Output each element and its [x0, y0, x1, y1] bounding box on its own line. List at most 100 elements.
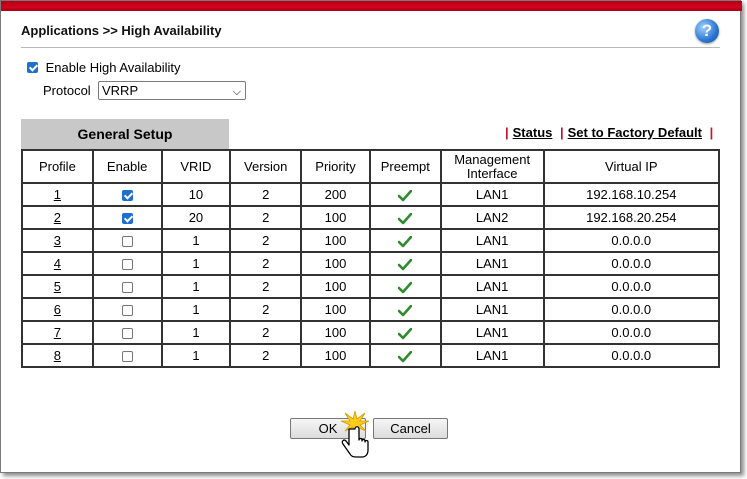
- profile-cell: 5: [21, 274, 94, 299]
- table-row: 1 10 2 200 LAN1 192.168.10.254: [21, 182, 721, 207]
- link-separator: |: [560, 125, 564, 140]
- check-icon: [398, 302, 413, 317]
- vrid-cell: 1: [160, 251, 232, 276]
- profile-cell: 7: [21, 320, 94, 345]
- priority-cell: 100: [300, 228, 371, 253]
- priority-cell: 100: [300, 274, 371, 299]
- enable-checkbox[interactable]: [121, 190, 133, 202]
- top-accent-bar: [1, 1, 742, 11]
- vrid-cell: 20: [160, 205, 232, 230]
- page-title: Applications >> High Availability: [21, 23, 222, 38]
- virtual-ip-cell: 192.168.10.254: [542, 182, 721, 207]
- profile-link[interactable]: 4: [54, 256, 61, 271]
- enable-checkbox[interactable]: [121, 351, 133, 363]
- version-cell: 2: [229, 320, 303, 345]
- col-header-enable: Enable: [91, 149, 163, 184]
- enable-cell: [91, 343, 163, 368]
- enable-cell: [91, 251, 163, 276]
- enable-ha-label: Enable High Availability: [45, 60, 181, 75]
- version-cell: 2: [229, 228, 303, 253]
- link-separator: |: [709, 125, 714, 140]
- enable-checkbox[interactable]: [121, 213, 133, 225]
- col-header-version: Version: [229, 149, 303, 184]
- vrid-cell: 1: [160, 320, 232, 345]
- protocol-value: VRRP: [102, 83, 139, 98]
- vrid-cell: 1: [160, 228, 232, 253]
- profile-link[interactable]: 1: [54, 187, 61, 202]
- interface-cell: LAN1: [439, 274, 545, 299]
- interface-cell: LAN1: [439, 228, 545, 253]
- profile-link[interactable]: 7: [54, 325, 61, 340]
- enable-cell: [91, 205, 163, 230]
- table-header-row: Profile Enable VRID Version Priority Pre…: [21, 149, 721, 184]
- interface-cell: LAN1: [439, 251, 545, 276]
- protocol-label: Protocol: [43, 83, 91, 98]
- preempt-cell: [368, 205, 442, 230]
- chevron-down-icon: ⌵: [232, 86, 241, 98]
- col-header-vrid: VRID: [160, 149, 232, 184]
- priority-cell: 100: [300, 251, 371, 276]
- check-icon: [398, 348, 413, 363]
- status-link[interactable]: Status: [513, 125, 553, 140]
- profile-link[interactable]: 8: [54, 348, 61, 363]
- enable-checkbox[interactable]: [121, 259, 133, 271]
- check-icon: [398, 256, 413, 271]
- enable-checkbox[interactable]: [121, 282, 133, 294]
- preempt-cell: [368, 182, 442, 207]
- col-header-management-interface: Management Interface: [439, 149, 545, 184]
- link-separator: |: [505, 125, 509, 140]
- priority-cell: 200: [300, 182, 371, 207]
- help-icon[interactable]: ?: [695, 19, 719, 43]
- profile-link[interactable]: 3: [54, 233, 61, 248]
- virtual-ip-cell: 0.0.0.0: [542, 343, 721, 368]
- enable-ha-row[interactable]: Enable High Availability: [27, 60, 181, 75]
- interface-cell: LAN1: [439, 182, 545, 207]
- preempt-cell: [368, 251, 442, 276]
- check-icon: [398, 279, 413, 294]
- virtual-ip-cell: 0.0.0.0: [542, 320, 721, 345]
- factory-default-link[interactable]: Set to Factory Default: [568, 125, 702, 140]
- priority-cell: 100: [300, 343, 371, 368]
- col-header-profile: Profile: [21, 149, 94, 184]
- virtual-ip-cell: 0.0.0.0: [542, 251, 721, 276]
- divider: [21, 47, 720, 48]
- virtual-ip-cell: 0.0.0.0: [542, 297, 721, 322]
- version-cell: 2: [229, 182, 303, 207]
- vrid-cell: 1: [160, 297, 232, 322]
- version-cell: 2: [229, 251, 303, 276]
- profile-cell: 4: [21, 251, 94, 276]
- enable-cell: [91, 182, 163, 207]
- table-row: 8 1 2 100 LAN1 0.0.0.0: [21, 343, 721, 368]
- vrid-cell: 1: [160, 343, 232, 368]
- vrid-cell: 10: [160, 182, 232, 207]
- profile-link[interactable]: 2: [54, 210, 61, 225]
- preempt-cell: [368, 320, 442, 345]
- profile-link[interactable]: 5: [54, 279, 61, 294]
- enable-cell: [91, 228, 163, 253]
- col-header-preempt: Preempt: [368, 149, 442, 184]
- table-row: 6 1 2 100 LAN1 0.0.0.0: [21, 297, 721, 322]
- enable-ha-checkbox[interactable]: [27, 62, 38, 73]
- interface-cell: LAN1: [439, 297, 545, 322]
- version-cell: 2: [229, 343, 303, 368]
- profile-cell: 6: [21, 297, 94, 322]
- profile-link[interactable]: 6: [54, 302, 61, 317]
- interface-cell: LAN2: [439, 205, 545, 230]
- cancel-button[interactable]: Cancel: [373, 418, 448, 439]
- protocol-select[interactable]: VRRP ⌵: [98, 81, 246, 100]
- preempt-cell: [368, 343, 442, 368]
- enable-checkbox[interactable]: [121, 305, 133, 317]
- version-cell: 2: [229, 205, 303, 230]
- table-row: 7 1 2 100 LAN1 0.0.0.0: [21, 320, 721, 345]
- version-cell: 2: [229, 274, 303, 299]
- enable-checkbox[interactable]: [121, 328, 133, 340]
- preempt-cell: [368, 274, 442, 299]
- virtual-ip-cell: 0.0.0.0: [542, 274, 721, 299]
- profile-cell: 3: [21, 228, 94, 253]
- hand-cursor-icon: [340, 410, 370, 458]
- table-row: 3 1 2 100 LAN1 0.0.0.0: [21, 228, 721, 253]
- interface-cell: LAN1: [439, 320, 545, 345]
- tab-general-setup[interactable]: General Setup: [21, 119, 229, 149]
- enable-checkbox[interactable]: [121, 236, 133, 248]
- table-row: 4 1 2 100 LAN1 0.0.0.0: [21, 251, 721, 276]
